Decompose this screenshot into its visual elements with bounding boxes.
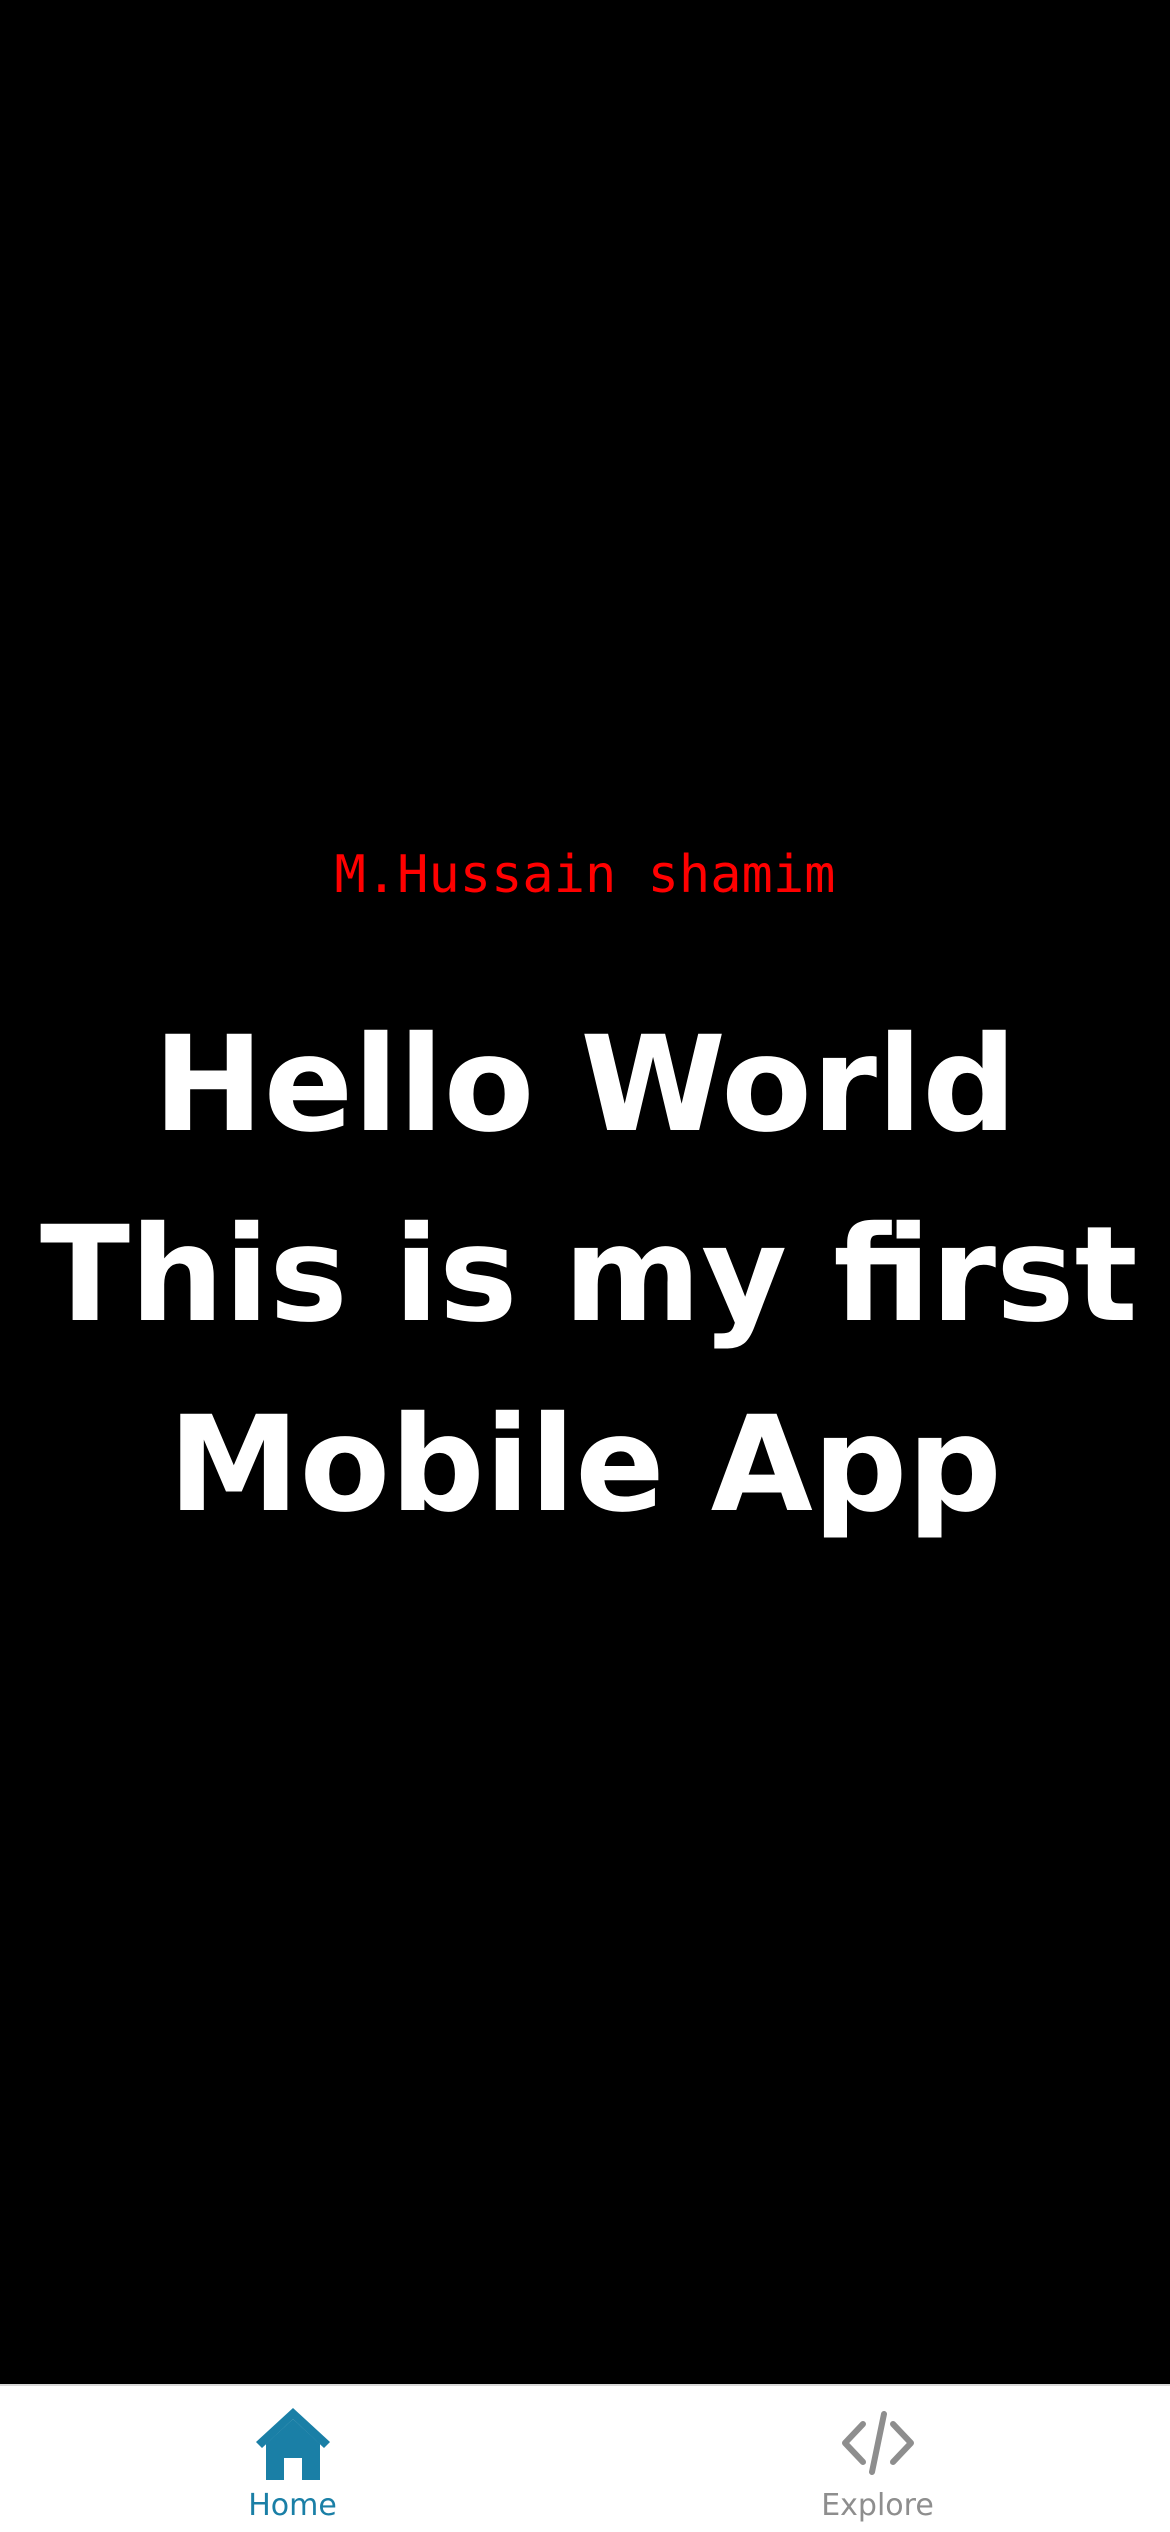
- tab-home[interactable]: Home: [0, 2386, 585, 2532]
- home-icon: [252, 2402, 334, 2484]
- greeting-line: Hello World: [153, 1008, 1017, 1162]
- tab-home-label: Home: [248, 2488, 337, 2523]
- greeting-line: This is my first: [40, 1198, 1138, 1352]
- tab-explore[interactable]: Explore: [585, 2386, 1170, 2532]
- author-name: M.Hussain shamim: [334, 845, 836, 905]
- greeting-line: Mobile App: [168, 1388, 1002, 1542]
- bottom-tab-bar: Home Explore: [0, 2384, 1170, 2532]
- tab-explore-label: Explore: [821, 2488, 934, 2523]
- code-icon: [837, 2402, 919, 2484]
- main-content: M.Hussain shamim Hello World This is my …: [0, 0, 1170, 2384]
- app-screen: M.Hussain shamim Hello World This is my …: [0, 0, 1170, 2532]
- greeting-text: Hello World This is my first Mobile App: [40, 990, 1138, 1560]
